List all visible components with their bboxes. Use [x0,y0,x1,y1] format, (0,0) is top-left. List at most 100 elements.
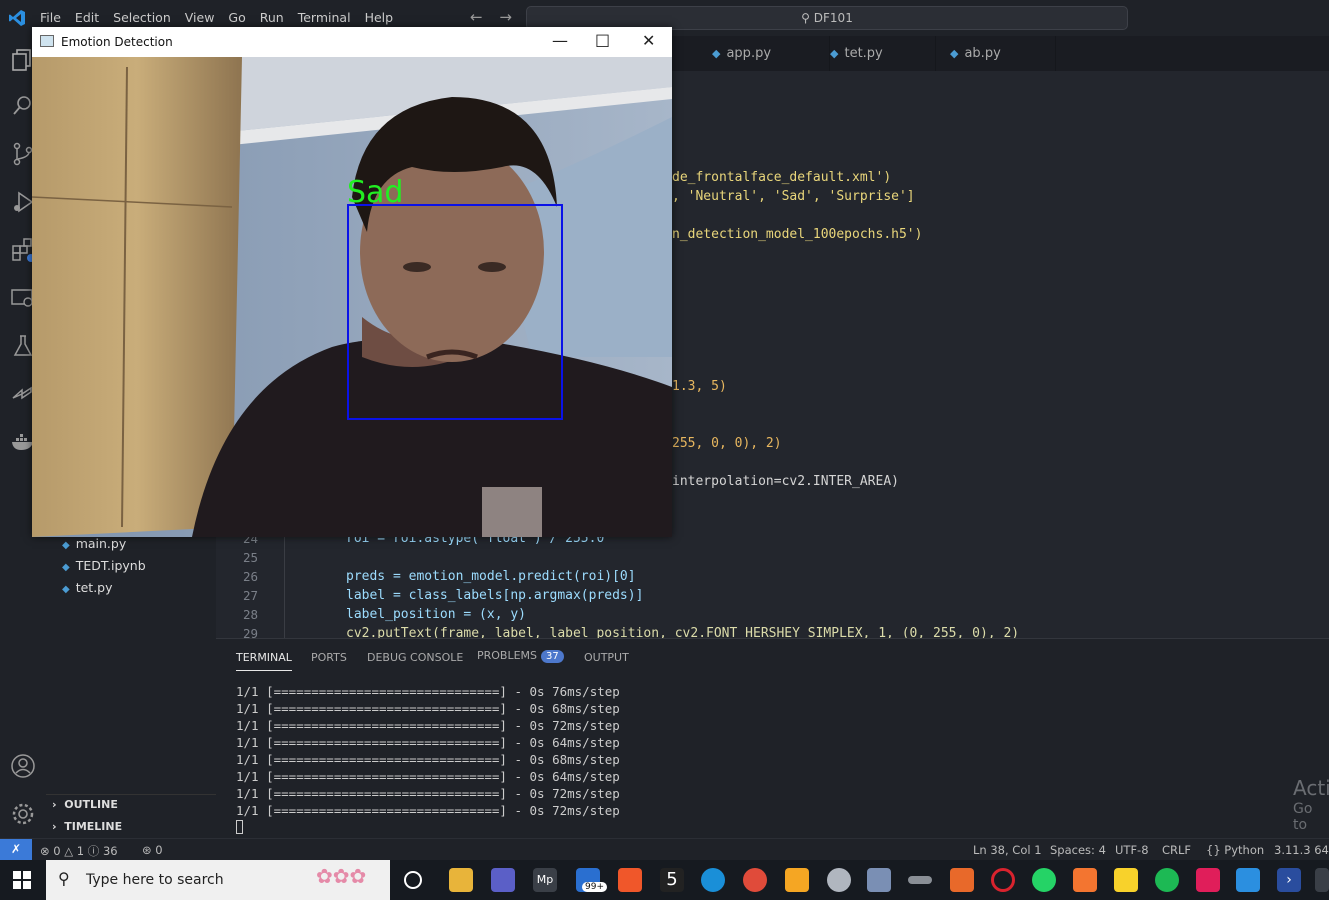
menu-file[interactable]: File [40,10,61,25]
broadcast-icon: ⊛ [142,843,152,857]
tab-debug-console[interactable]: DEBUG CONSOLE [367,651,463,664]
app-icon[interactable] [785,868,809,892]
task-view-icon[interactable] [404,871,422,889]
emotion-detection-window[interactable]: Emotion Detection — □ ✕ Sad [32,27,672,537]
status-bar: ✗ ⊗ 0 △ 1 ⓘ 36 ⊛ 0 Ln 38, Col 1 Spaces: … [0,838,1329,861]
mp-app-icon[interactable]: Mp [533,868,557,892]
windows-start-icon[interactable] [13,871,31,889]
powershell-icon[interactable]: › [1277,868,1301,892]
menu-edit[interactable]: Edit [75,10,99,25]
back-arrow-icon[interactable]: ← [470,8,483,26]
python-file-icon: ◆ [62,540,70,551]
opera-icon[interactable] [991,868,1015,892]
line-endings[interactable]: CRLF [1162,843,1191,857]
tab-ports[interactable]: PORTS [311,651,347,664]
minimize-icon[interactable]: — [552,31,568,50]
remote-indicator-icon[interactable]: ✗ [0,839,32,861]
tab-ab-py[interactable]: ◆ ab.py [936,36,1056,71]
vscode-taskbar-icon[interactable] [1236,868,1260,892]
windows-taskbar: ⚲ Type here to search ✿✿✿ Mp 99+ 5 › [0,860,1329,900]
braces-icon: {} [1206,843,1221,857]
divider [46,794,216,795]
app-icon[interactable] [827,868,851,892]
edge-icon[interactable] [701,868,725,892]
settings-gear-icon[interactable] [9,800,37,828]
taskbar-overflow-icon[interactable] [1315,868,1329,892]
terminal-line: 1/1 [==============================] - 0… [236,803,620,818]
tab-tet-py[interactable]: ◆ tet.py [830,36,936,71]
matlab-icon[interactable] [950,868,974,892]
editor-tabs: ◆ app.py ◆ tet.py ◆ ab.py [672,36,1329,71]
maximize-icon[interactable]: □ [595,30,610,49]
search-icon: ⚲ [801,11,810,25]
search-icon: ⚲ [58,869,70,888]
menu-help[interactable]: Help [365,10,394,25]
section-outline[interactable]: › OUTLINE [52,798,118,811]
terminal-line: 1/1 [==============================] - 0… [236,735,620,750]
python-file-icon: ◆ [712,47,721,60]
activation-watermark: Activ [1293,776,1329,800]
forward-arrow-icon[interactable]: → [499,8,512,26]
tab-app-py[interactable]: ◆ app.py [706,36,830,71]
taskbar-search[interactable]: ⚲ Type here to search ✿✿✿ [46,860,390,900]
nav-arrows: ← → [470,8,524,26]
terminal-cursor[interactable] [236,820,243,834]
window-app-icon [40,35,54,47]
language-mode[interactable]: {} Python [1206,843,1264,857]
tab-output[interactable]: OUTPUT [584,651,629,664]
menu-terminal[interactable]: Terminal [298,10,351,25]
spotify-icon[interactable] [1155,868,1179,892]
python-interpreter[interactable]: 3.11.3 64-b [1274,843,1329,857]
terminal-line: 1/1 [==============================] - 0… [236,701,620,716]
terminal-line: 1/1 [==============================] - 0… [236,718,620,733]
window-title-bar[interactable]: Emotion Detection — □ ✕ [32,27,672,57]
terminal-line: 1/1 [==============================] - 0… [236,786,620,801]
code-fragment: interpolation=cv2.INTER_AREA) [672,474,899,489]
menu-selection[interactable]: Selection [113,10,171,25]
paint-icon[interactable] [867,868,891,892]
terminal-line: 1/1 [==============================] - 0… [236,769,620,784]
indent-guide [284,537,285,638]
menu-run[interactable]: Run [260,10,284,25]
keyboard-icon[interactable] [908,876,932,884]
sticky-notes-icon[interactable] [1114,868,1138,892]
code-line: label_position = (x, y) [346,607,527,622]
html5-app-icon[interactable]: 5 [660,868,684,892]
menu-bar: File Edit Selection View Go Run Terminal… [40,10,407,25]
error-icon: ⊗ [40,844,50,858]
encoding[interactable]: UTF-8 [1115,843,1149,857]
teams-icon[interactable] [491,868,515,892]
terminal-line: 1/1 [==============================] - 0… [236,752,620,767]
brave-icon[interactable] [618,868,642,892]
python-file-icon: ◆ [830,47,839,60]
tab-problems[interactable]: PROBLEMS 37 [477,649,564,663]
file-explorer-icon[interactable] [449,868,473,892]
slack-icon[interactable] [1196,868,1220,892]
line-number: 28 [242,607,258,622]
chrome-icon[interactable] [743,868,767,892]
line-number: 25 [242,550,258,565]
command-center-label: DF101 [813,11,853,25]
tab-terminal[interactable]: TERMINAL [236,651,292,671]
code-fragment: , 'Neutral', 'Sad', 'Surprise'] [672,189,915,204]
close-icon[interactable]: ✕ [642,31,655,50]
file-tet-py[interactable]: ◆ tet.py [62,580,113,595]
cursor-position[interactable]: Ln 38, Col 1 [973,843,1042,857]
mail-icon[interactable]: 99+ [576,868,607,892]
problems-status[interactable]: ⊗ 0 △ 1 ⓘ 36 [40,843,118,859]
ports-status[interactable]: ⊛ 0 [142,843,163,857]
indentation[interactable]: Spaces: 4 [1050,843,1106,857]
warning-icon: △ [64,844,74,858]
menu-view[interactable]: View [185,10,215,25]
code-fragment: 1.3, 5) [672,379,727,394]
file-tedt-ipynb[interactable]: ◆ TEDT.ipynb [62,558,146,573]
whatsapp-icon[interactable] [1032,868,1056,892]
section-timeline[interactable]: › TIMELINE [52,820,122,833]
account-icon[interactable] [9,752,37,780]
file-main-py[interactable]: ◆ main.py [62,536,126,551]
code-fragment: n_detection_model_100epochs.h5') [672,227,923,242]
xampp-icon[interactable] [1073,868,1097,892]
code-line: cv2.putText(frame, label, label_position… [346,626,1020,638]
terminal-line: 1/1 [==============================] - 0… [236,684,620,699]
menu-go[interactable]: Go [228,10,245,25]
